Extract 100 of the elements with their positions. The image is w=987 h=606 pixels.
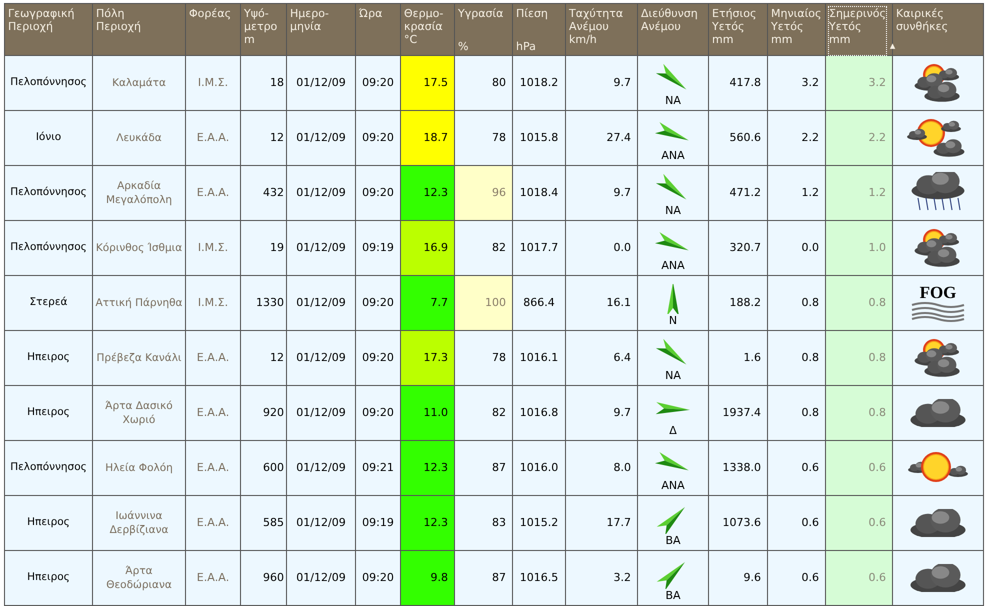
table-cell-text: 0.8 (868, 350, 887, 366)
wind-direction-label: N (668, 314, 678, 326)
table-cell-text: 0.6 (800, 460, 820, 476)
table-cell-text: Στερεά (28, 295, 68, 310)
table-cell-text: 1016.5 (518, 570, 560, 586)
table-cell-text: 09:20 (361, 130, 395, 146)
table-cell-text: 1330 (255, 294, 284, 311)
temperature-cell: 11.0 (400, 386, 454, 440)
table-cell-text: Αρκαδία Μεγαλόπολη (104, 179, 174, 207)
table-cell-text: 01/12/09 (295, 460, 347, 476)
table-cell-text: 1338.0 (722, 460, 762, 476)
table-cell-text: 09:21 (361, 460, 395, 476)
table-cell-text: 01/12/09 (295, 294, 347, 311)
table-cell-text: 432 (262, 184, 284, 201)
table-cell: Αττική Πάρνηθα (95, 296, 183, 310)
table-cell-text: 12 (269, 130, 284, 146)
temperature-cell: 17.3 (400, 330, 454, 386)
table-cell-text: 09:20 (361, 404, 395, 421)
table-cell-text: Καλαμάτα (111, 76, 167, 90)
table-cell-text: Ι.Μ.Σ. (196, 74, 230, 91)
table-cell-text: Πελοπόννησος (9, 240, 88, 256)
table-cell-text: Ιόνιο (34, 130, 62, 146)
table-cell-text: 1937.4 (722, 404, 762, 421)
humidity-cell: 87 (454, 550, 512, 606)
table-cell-text: 09:20 (361, 570, 395, 586)
table-cell-text: 0.6 (868, 514, 887, 531)
table-cell-text: 12 (269, 350, 284, 366)
table-cell-text: Πελοπόννησος (9, 460, 88, 476)
wind-direction-label: ANA (661, 258, 685, 272)
table-cell-text: Άρτα Θεοδώριανα (105, 564, 173, 592)
wind-direction-label: Δ (669, 424, 677, 436)
table-cell-text: 3.2 (612, 570, 632, 586)
table-cell-text: 17.7 (606, 514, 632, 531)
temperature-cell: 16.9 (400, 220, 454, 276)
table-cell-text: 960 (262, 570, 284, 586)
table-cell-text: 1073.6 (722, 514, 762, 531)
table-cell-text: 0.8 (800, 294, 820, 311)
table-cell-text: 1.2 (800, 184, 820, 201)
table-cell-text: 1016.1 (518, 350, 560, 366)
table-cell-text: 01/12/09 (295, 240, 347, 256)
table-cell-text: Ηπειρος (26, 350, 71, 366)
table-cell-text: Ε.Α.Α. (196, 130, 230, 146)
table-cell-text: 1016.0 (518, 460, 560, 476)
table-cell-text: 09:19 (361, 514, 395, 531)
table-cell-text: 09:19 (361, 240, 395, 256)
table-cell-text: 9.7 (612, 404, 632, 421)
table-cell-text: 1016.8 (518, 404, 560, 421)
temperature-cell: 7.7 (400, 276, 454, 330)
table-cell-text: 9.7 (612, 74, 632, 91)
table-cell-text: 3.2 (800, 74, 820, 91)
table-cell-text: 0.6 (800, 570, 820, 586)
table-cell-text: Λευκάδα (115, 131, 163, 145)
table-cell-text: 01/12/09 (295, 404, 347, 421)
table-cell-text: 6.4 (612, 350, 632, 366)
table-cell-text: 188.2 (728, 294, 762, 311)
table-cell-text: Πελοπόννησος (9, 75, 88, 90)
table-cell-text: Ηλεία Φολόη (104, 461, 174, 475)
table-cell-text: Ε.Α.Α. (196, 184, 230, 201)
table-cell-text: Ε.Α.Α. (196, 404, 230, 421)
table-cell-text: 0.8 (800, 350, 820, 366)
table-cell-text: Ι.Μ.Σ. (196, 240, 230, 256)
table-cell-text: 320.7 (728, 240, 762, 256)
wind-direction-label: ANA (661, 478, 685, 492)
table-cell-text: 01/12/09 (295, 570, 347, 586)
table-cell-text: Ηπειρος (26, 405, 71, 420)
table-cell-text: 1.2 (868, 184, 887, 201)
cloud-icon (909, 509, 967, 537)
wind-direction-label: NA (665, 204, 681, 216)
fog-waves-icon (911, 302, 965, 322)
table-cell-text: 9.7 (612, 184, 632, 201)
table-cell-text: Ηπειρος (26, 515, 71, 530)
table-cell-text: 2.2 (800, 130, 820, 146)
table-cell-text: 3.2 (868, 74, 887, 91)
table-cell-text: 1.6 (742, 350, 762, 366)
table-cell-text: 19 (269, 240, 284, 256)
temperature-cell: 12.3 (400, 166, 454, 220)
table-cell-text: 09:20 (361, 74, 395, 91)
table-cell-text: 600 (262, 460, 284, 476)
table-cell-text: 0.6 (868, 460, 887, 476)
table-cell-text: 01/12/09 (295, 350, 347, 366)
table-cell-text: 9.6 (742, 570, 762, 586)
table-cell-text: 27.4 (606, 130, 632, 146)
table-cell-text: Ε.Α.Α. (196, 570, 230, 586)
table-cell-text: 0.0 (800, 240, 820, 256)
table-cell-text: Ιωάννινα Δερβίζιανα (108, 509, 170, 537)
table-cell-text: 1015.8 (518, 130, 560, 146)
table-cell-text: Άρτα Δασικό Χωριό (104, 399, 174, 427)
wind-direction-label: ANA (661, 148, 685, 162)
fog-label: FOG (920, 284, 956, 302)
temperature-cell: 12.3 (400, 440, 454, 496)
table-cell-text: 8.0 (612, 460, 632, 476)
wind-direction-label: BA (665, 534, 681, 546)
table-cell-text: 1018.4 (518, 184, 560, 201)
table-cell-text: 417.8 (728, 74, 762, 91)
humidity-cell: 100 (454, 276, 512, 330)
table-cell-text: 1.0 (868, 240, 887, 256)
temperature-cell: 12.3 (400, 496, 454, 550)
table-cell-text: 560.6 (728, 130, 762, 146)
table-cell: Κόρινθος Ίσθμια (95, 241, 183, 255)
table-cell-text: Ι.Μ.Σ. (196, 294, 230, 311)
